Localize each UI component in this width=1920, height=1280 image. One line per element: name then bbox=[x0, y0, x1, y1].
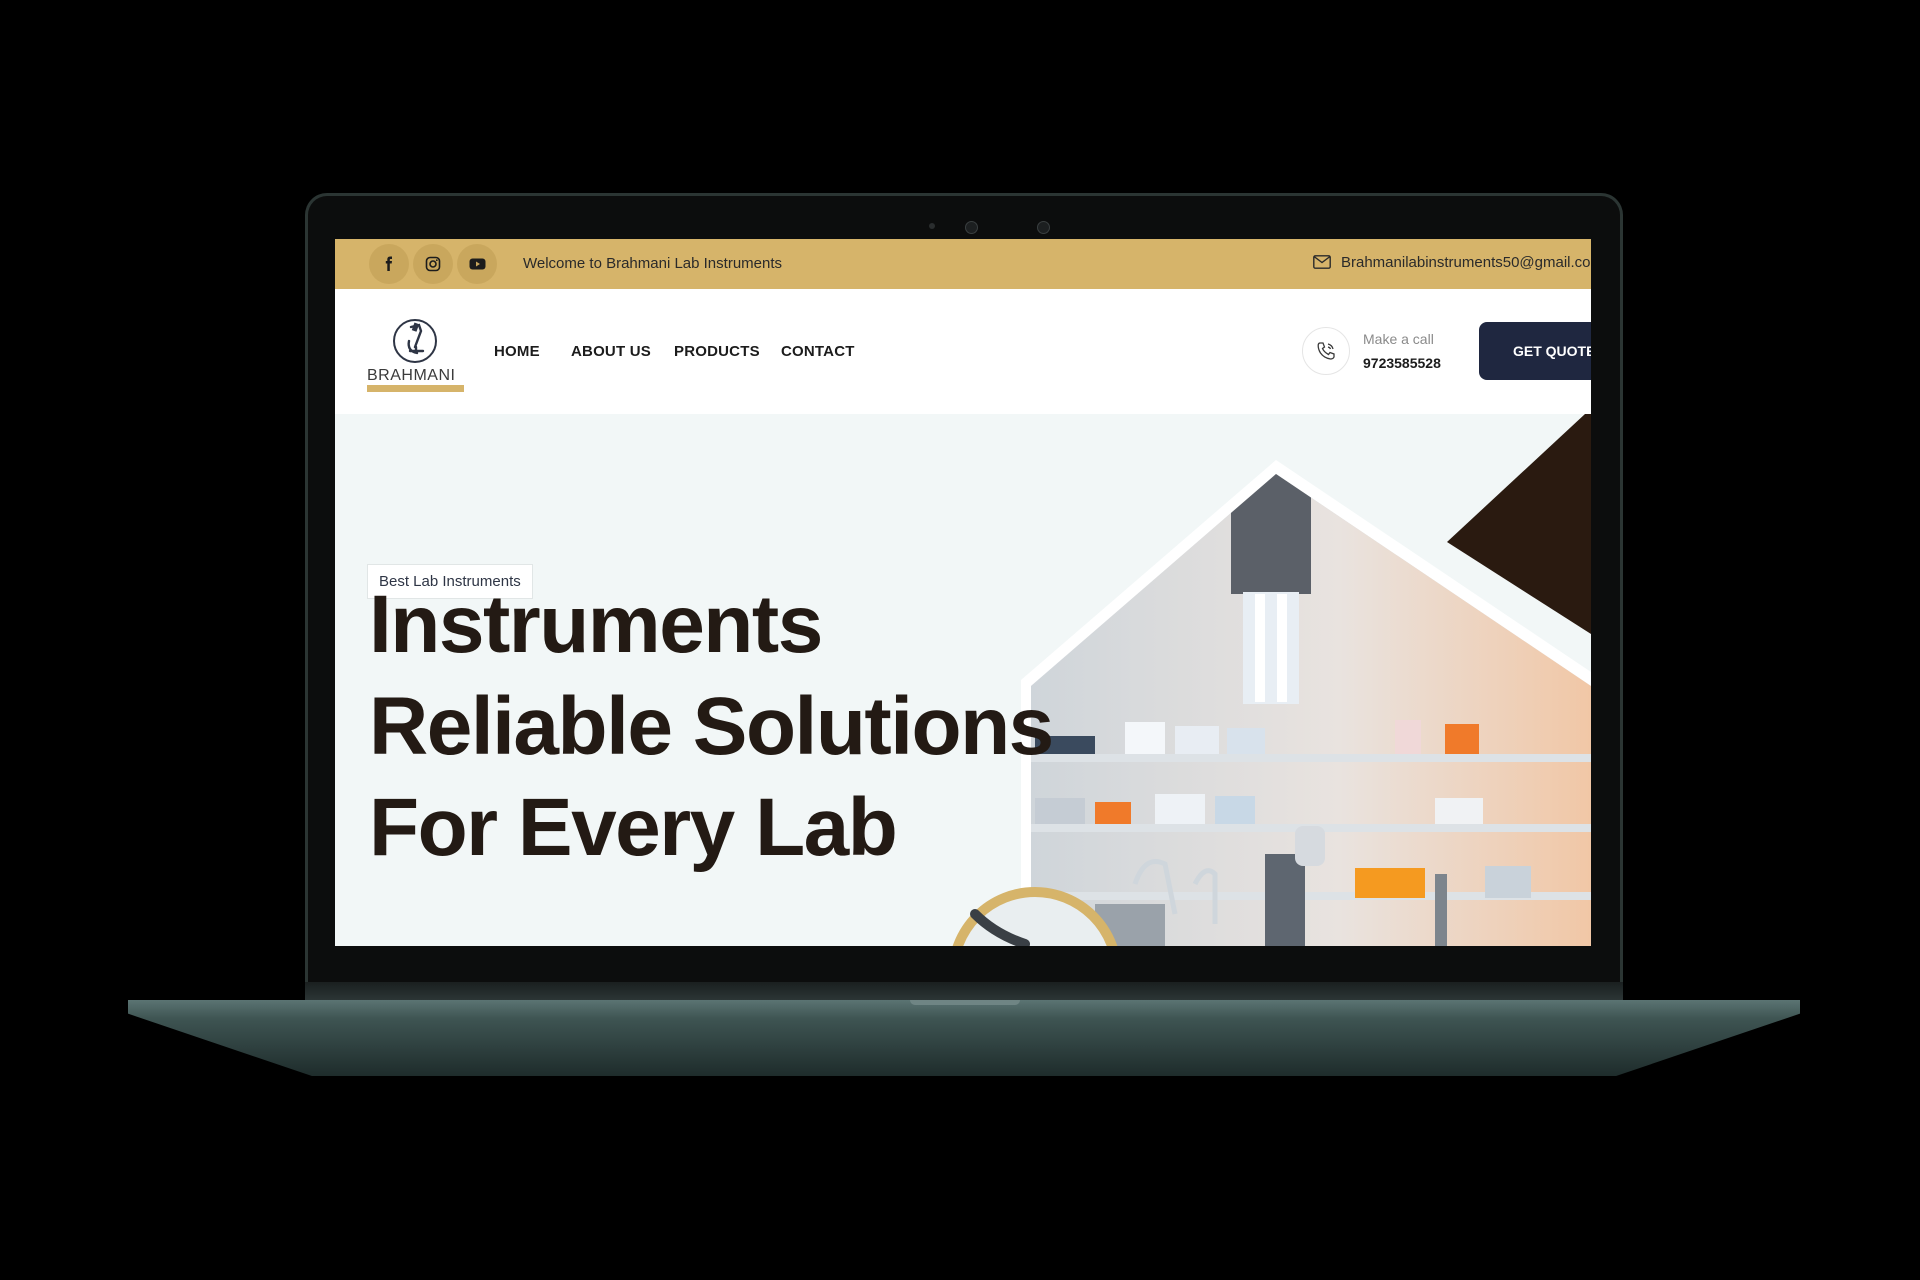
nav-contact[interactable]: CONTACT bbox=[781, 343, 855, 360]
email-link[interactable]: Brahmanilabinstruments50@gmail.com bbox=[1341, 254, 1591, 271]
brand-name: BRAHMANI bbox=[367, 367, 456, 384]
top-bar: Welcome to Brahmani Lab Instruments Brah… bbox=[335, 239, 1591, 289]
sensor-dot bbox=[929, 223, 935, 229]
webcam-icon bbox=[965, 221, 978, 234]
nav-products[interactable]: PRODUCTS bbox=[674, 343, 760, 360]
instagram-icon[interactable] bbox=[413, 244, 453, 284]
website-screen: Welcome to Brahmani Lab Instruments Brah… bbox=[335, 239, 1591, 946]
hero-section: Best Lab Instruments Instruments Reliabl… bbox=[335, 414, 1591, 946]
main-navbar: BRAHMANI HOME ABOUT US PRODUCTS CONTACT … bbox=[335, 289, 1591, 414]
nav-about-us[interactable]: ABOUT US bbox=[571, 343, 651, 360]
welcome-text: Welcome to Brahmani Lab Instruments bbox=[523, 255, 783, 272]
laptop-base bbox=[128, 1000, 1800, 1076]
get-quote-button[interactable]: GET QUOTE bbox=[1479, 322, 1591, 380]
hero-heading-line-2: Reliable Solutions bbox=[369, 681, 1054, 772]
mail-icon bbox=[1313, 255, 1331, 274]
call-label: Make a call bbox=[1363, 331, 1434, 347]
sensor-dot bbox=[1037, 221, 1050, 234]
nav-home[interactable]: HOME bbox=[494, 343, 540, 360]
brand-tagline-bar bbox=[367, 385, 464, 392]
youtube-icon[interactable] bbox=[457, 244, 497, 284]
hero-heading-line-3: For Every Lab bbox=[369, 782, 898, 873]
phone-number[interactable]: 9723585528 bbox=[1363, 355, 1441, 371]
phone-icon[interactable] bbox=[1302, 327, 1350, 375]
laptop-base-notch bbox=[910, 1000, 1020, 1005]
facebook-icon[interactable] bbox=[369, 244, 409, 284]
laptop-hinge bbox=[305, 982, 1623, 1000]
hero-heading-line-1: Instruments bbox=[369, 579, 823, 670]
